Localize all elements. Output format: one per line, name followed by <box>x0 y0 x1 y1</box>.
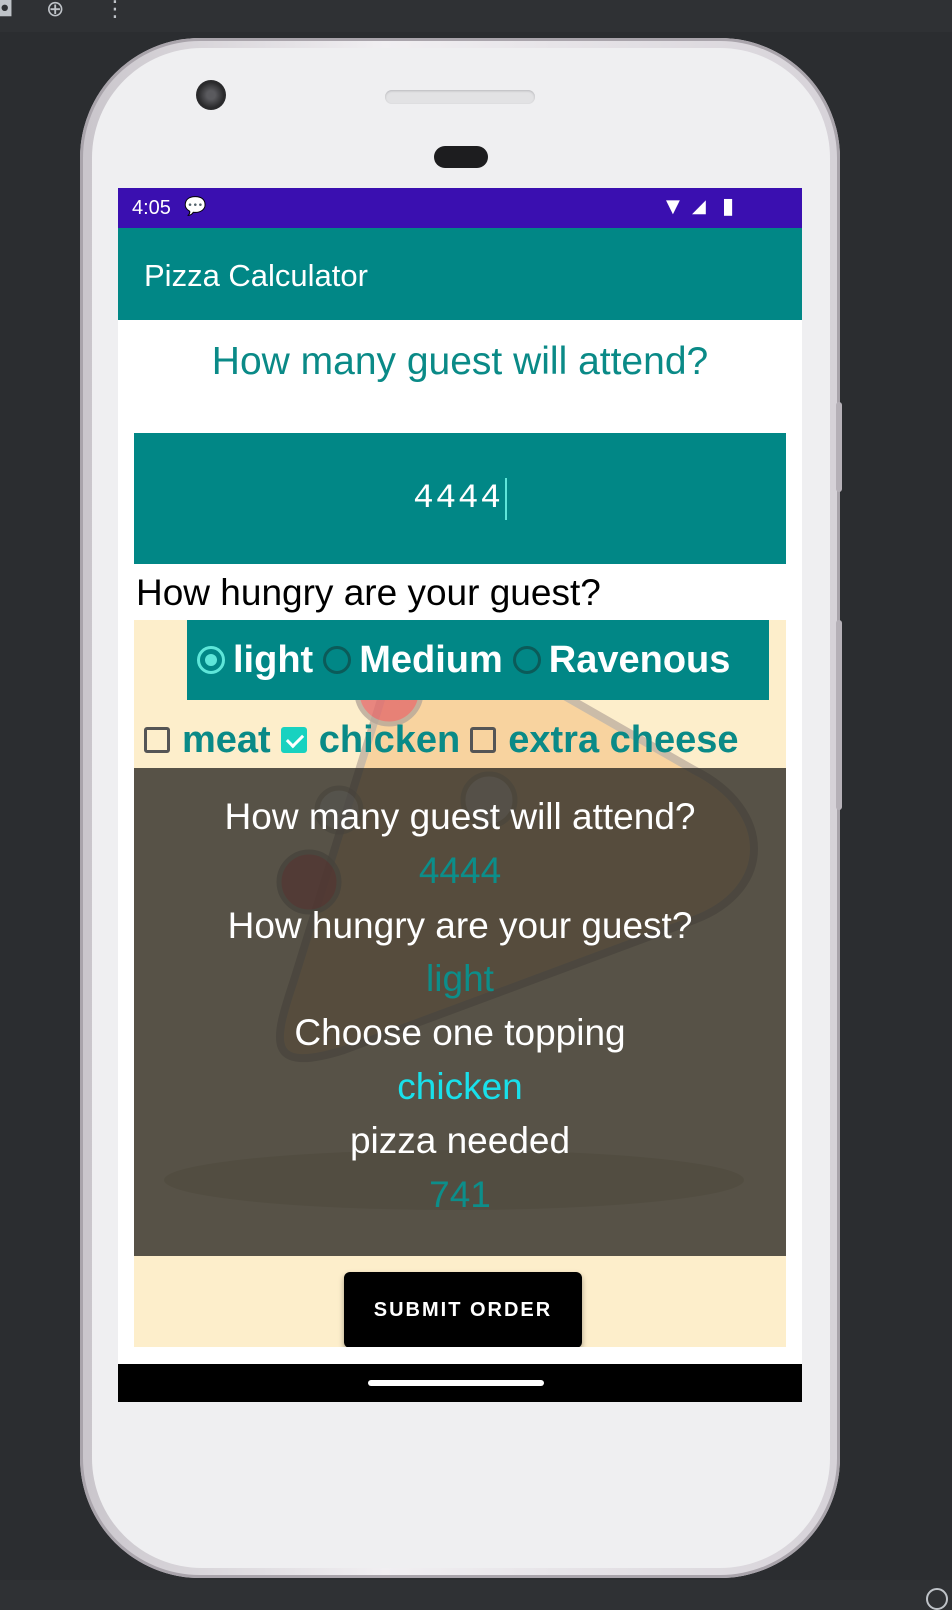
earpiece-speaker <box>385 90 535 104</box>
radio-ravenous-label: Ravenous <box>548 638 731 681</box>
hunger-radio-group: light Medium Ravenous <box>187 620 769 700</box>
order-panel: light Medium Ravenous meat chicken extra… <box>134 620 786 1347</box>
radio-medium-label: Medium <box>359 638 503 681</box>
battery-icon: ▮ <box>722 194 735 219</box>
add-circle-icon[interactable]: ⊕ <box>46 0 64 21</box>
radio-ravenous[interactable]: Ravenous <box>512 638 731 682</box>
checkbox-chicken-box <box>280 727 307 753</box>
radio-light-label: light <box>233 638 314 681</box>
radio-medium[interactable]: Medium <box>323 639 503 682</box>
guests-input-value: 4444 <box>413 479 503 518</box>
order-summary: How many guest will attend? 4444 How hun… <box>134 768 786 1256</box>
summary-pizza-value: 741 <box>429 1174 491 1215</box>
status-bar: 4:05 💬 ▼ ◢ ▮ <box>118 188 802 228</box>
ide-toolbar: ◘ ⊕ ⋮ <box>0 0 952 32</box>
summary-guests-value: 4444 <box>418 850 502 891</box>
toppings-checkbox-group: meat chicken extra cheese <box>144 712 749 768</box>
submit-order-button[interactable]: SUBMIT ORDER <box>344 1272 582 1347</box>
checkbox-chicken[interactable]: chicken <box>280 718 461 762</box>
summary-guests-label: How many guest will attend? <box>224 796 696 837</box>
radio-medium-indicator <box>323 646 352 674</box>
summary-topping-value: chicken <box>397 1066 523 1107</box>
chat-notification-icon: 💬 <box>184 196 207 217</box>
checkbox-meat-box <box>144 727 170 753</box>
summary-hunger-label: How hungry are your guest? <box>227 905 693 946</box>
wifi-icon: ▼ <box>666 196 680 217</box>
home-gesture-handle[interactable] <box>368 1380 544 1386</box>
checkbox-meat-label: meat <box>182 718 271 761</box>
phone-screen: 4:05 💬 ▼ ◢ ▮ Pizza Calculator How many g… <box>118 188 802 1402</box>
guests-input[interactable]: 4444 <box>134 433 786 564</box>
front-camera-icon <box>196 80 226 110</box>
radio-light[interactable]: light <box>197 639 313 682</box>
checkbox-extra-cheese-box <box>470 727 497 753</box>
volume-button <box>836 402 842 492</box>
more-vert-icon[interactable]: ⋮ <box>104 0 126 21</box>
app-bar: Pizza Calculator <box>118 228 802 320</box>
summary-pizza-label: pizza needed <box>349 1120 571 1161</box>
summary-hunger-value: light <box>426 958 494 999</box>
radio-ravenous-indicator <box>512 646 541 674</box>
ide-bottom-bar <box>0 1580 952 1610</box>
power-button <box>836 620 842 810</box>
hunger-question: How hungry are your guest? <box>136 572 601 613</box>
checkbox-meat[interactable]: meat <box>144 719 271 762</box>
checkbox-extra-cheese[interactable]: extra cheese <box>470 718 739 762</box>
camera-icon[interactable]: ◘ <box>0 0 13 21</box>
navigation-bar <box>118 1364 802 1402</box>
guests-question: How many guest will attend? <box>211 340 709 383</box>
signal-icon: ◢ <box>692 196 706 217</box>
summary-topping-label: Choose one topping <box>294 1012 626 1053</box>
app-title: Pizza Calculator <box>144 258 368 293</box>
checkbox-extra-cheese-label: extra cheese <box>508 718 739 761</box>
status-time: 4:05 <box>132 197 171 219</box>
status-circle-icon[interactable] <box>926 1588 948 1610</box>
radio-light-indicator <box>197 646 225 674</box>
checkbox-chicken-label: chicken <box>318 718 461 761</box>
text-cursor <box>504 477 507 520</box>
proximity-sensor <box>434 146 488 168</box>
